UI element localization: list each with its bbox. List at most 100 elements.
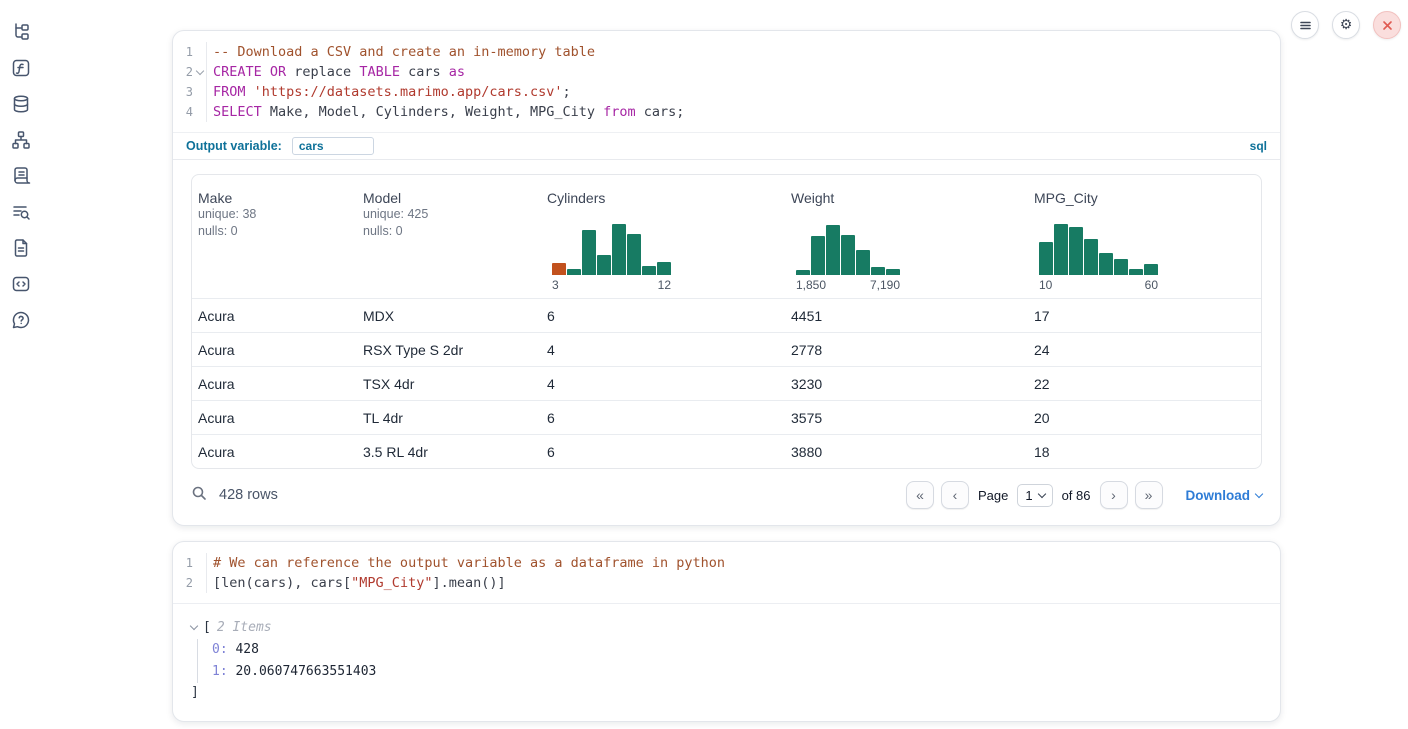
last-page-button[interactable]: »	[1135, 481, 1163, 509]
fold-spacer	[193, 42, 206, 62]
code-line[interactable]: 1# We can reference the output variable …	[173, 553, 1280, 573]
download-button[interactable]: Download	[1186, 488, 1263, 503]
column-title[interactable]: MPG_City	[1034, 190, 1251, 206]
menu-button[interactable]	[1291, 11, 1319, 39]
line-number: 2	[173, 62, 193, 82]
table-cell: Acura	[192, 410, 357, 426]
fold-spacer	[193, 553, 206, 573]
histogram-weight[interactable]	[796, 221, 900, 275]
file-tree-icon[interactable]	[11, 22, 31, 42]
page-select[interactable]: 1	[1017, 484, 1052, 507]
column-header-model[interactable]: Modelunique: 425nulls: 0	[357, 175, 541, 298]
sidebar	[0, 0, 55, 330]
search-icon[interactable]	[191, 485, 207, 506]
cell-sql: 1-- Download a CSV and create an in-memo…	[172, 30, 1281, 526]
histogram-bar[interactable]	[1084, 239, 1098, 275]
histogram-bar[interactable]	[1099, 253, 1113, 275]
table-output: Makeunique: 38nulls: 0Modelunique: 425nu…	[173, 160, 1280, 469]
histogram-bar[interactable]	[597, 255, 611, 275]
table-row[interactable]: AcuraRSX Type S 2dr4277824	[192, 332, 1261, 366]
histogram-bar[interactable]	[1039, 242, 1053, 275]
histogram-bar[interactable]	[1129, 269, 1143, 275]
code-line[interactable]: 2[len(cars), cars["MPG_City"].mean()]	[173, 573, 1280, 593]
histogram-bar[interactable]	[841, 235, 855, 276]
column-header-mpg_city[interactable]: MPG_City1060	[1028, 175, 1261, 298]
code-text: CREATE OR replace TABLE cars as	[206, 62, 465, 82]
python-code-editor[interactable]: 1# We can reference the output variable …	[173, 542, 1280, 603]
chevron-down-icon	[1255, 489, 1263, 497]
close-button[interactable]	[1373, 11, 1401, 39]
histogram-bar[interactable]	[1054, 224, 1068, 275]
table-cell: TSX 4dr	[357, 376, 541, 392]
code-line[interactable]: 2 CREATE OR replace TABLE cars as	[173, 62, 1280, 82]
table-cell: 17	[1028, 308, 1261, 324]
code-box-icon[interactable]	[11, 274, 31, 294]
collapse-chevron-icon[interactable]	[190, 622, 198, 630]
table-cell: 3230	[785, 376, 1028, 392]
settings-button[interactable]: ⚙	[1332, 11, 1360, 39]
histogram-bar[interactable]	[627, 234, 641, 275]
histogram-bar[interactable]	[642, 266, 656, 275]
table-cell: 18	[1028, 444, 1261, 460]
column-title[interactable]: Cylinders	[547, 190, 775, 206]
chevron-down-icon	[1037, 489, 1045, 497]
line-number: 2	[173, 573, 193, 593]
open-bracket: [	[203, 617, 211, 638]
scroll-icon[interactable]	[11, 166, 31, 186]
histogram-bar[interactable]	[826, 225, 840, 275]
table-row[interactable]: AcuraTL 4dr6357520	[192, 400, 1261, 434]
table-row[interactable]: AcuraTSX 4dr4323022	[192, 366, 1261, 400]
function-icon[interactable]	[11, 58, 31, 78]
document-icon[interactable]	[11, 238, 31, 258]
tree-root[interactable]: [ 2 Items	[191, 617, 1262, 638]
code-text: FROM 'https://datasets.marimo.app/cars.c…	[206, 82, 571, 102]
dependency-graph-icon[interactable]	[11, 130, 31, 150]
cell-python: 1# We can reference the output variable …	[172, 541, 1281, 722]
histogram-bar[interactable]	[552, 263, 566, 275]
column-stat: unique: 38	[198, 206, 347, 223]
histogram-mpg_city[interactable]	[1039, 221, 1158, 275]
histogram-axis: 312	[552, 278, 671, 292]
column-header-cylinders[interactable]: Cylinders 312	[541, 175, 785, 298]
column-stat: unique: 425	[363, 206, 531, 223]
histogram-bar[interactable]	[612, 224, 626, 275]
histogram-bar[interactable]	[856, 250, 870, 275]
table-cell: 24	[1028, 342, 1261, 358]
marimo-notebook: ⚙ 1-- Download a CSV and create an in-me…	[0, 0, 1408, 729]
table-row[interactable]: AcuraMDX6445117	[192, 298, 1261, 332]
page-total-label: of 86	[1062, 488, 1091, 503]
first-page-button[interactable]: «	[906, 481, 934, 509]
code-line[interactable]: 1-- Download a CSV and create an in-memo…	[173, 42, 1280, 62]
help-icon[interactable]	[11, 310, 31, 330]
table-cell: 20	[1028, 410, 1261, 426]
histogram-bar[interactable]	[871, 267, 885, 275]
column-title[interactable]: Make	[198, 190, 347, 206]
column-header-weight[interactable]: Weight1,8507,190	[785, 175, 1028, 298]
histogram-bar[interactable]	[796, 270, 810, 275]
histogram-bar[interactable]	[1069, 227, 1083, 275]
code-line[interactable]: 3FROM 'https://datasets.marimo.app/cars.…	[173, 82, 1280, 102]
column-title[interactable]: Weight	[791, 190, 1018, 206]
column-header-make[interactable]: Makeunique: 38nulls: 0	[192, 175, 357, 298]
fold-chevron-icon[interactable]	[193, 62, 206, 82]
output-variable-input[interactable]	[292, 137, 374, 155]
histogram-bar[interactable]	[567, 269, 581, 275]
prev-page-button[interactable]: ‹	[941, 481, 969, 509]
column-title[interactable]: Model	[363, 190, 531, 206]
output-variable-label: Output variable:	[186, 139, 282, 153]
table-row[interactable]: Acura3.5 RL 4dr6388018	[192, 434, 1261, 468]
histogram-bar[interactable]	[1144, 264, 1158, 275]
histogram-bar[interactable]	[582, 230, 596, 275]
histogram-bar[interactable]	[657, 262, 671, 276]
table-cell: 22	[1028, 376, 1261, 392]
code-line[interactable]: 4SELECT Make, Model, Cylinders, Weight, …	[173, 102, 1280, 122]
histogram-cylinders[interactable]	[552, 221, 671, 275]
database-icon[interactable]	[11, 94, 31, 114]
histogram-bar[interactable]	[1114, 259, 1128, 275]
next-page-button[interactable]: ›	[1100, 481, 1128, 509]
histogram-bar[interactable]	[886, 269, 900, 275]
search-list-icon[interactable]	[11, 202, 31, 222]
sql-code-editor[interactable]: 1-- Download a CSV and create an in-memo…	[173, 31, 1280, 132]
histogram-bar[interactable]	[811, 236, 825, 275]
tree-entry: 1: 20.060747663551403	[212, 661, 1262, 683]
